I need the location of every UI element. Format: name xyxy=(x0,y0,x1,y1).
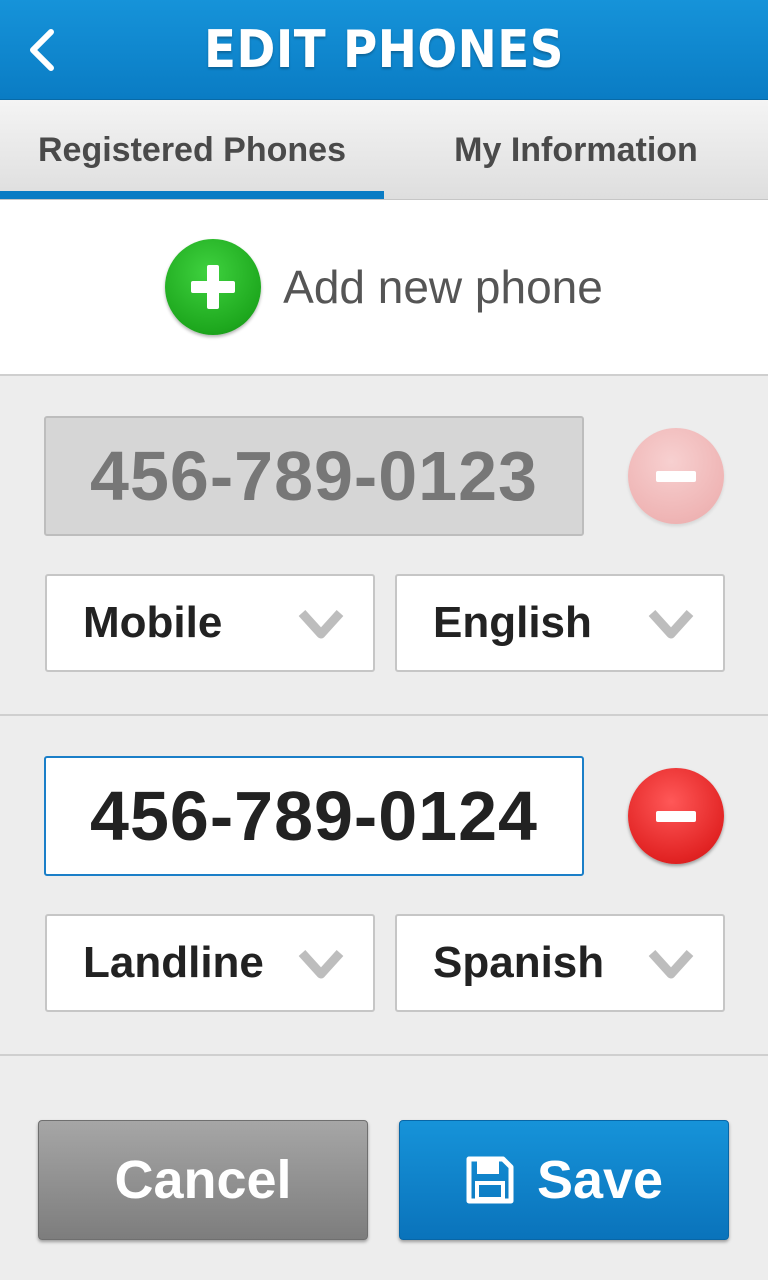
phone-language-select[interactable]: Spanish xyxy=(395,914,725,1012)
save-label: Save xyxy=(536,1150,664,1210)
phone-type-select[interactable]: Landline xyxy=(45,914,375,1012)
add-new-phone-label: Add new phone xyxy=(283,261,603,313)
floppy-disk-icon xyxy=(466,1156,514,1204)
phone-language-select[interactable]: English xyxy=(395,574,725,672)
phone-type-select[interactable]: Mobile xyxy=(45,574,375,672)
chevron-down-icon xyxy=(298,609,344,639)
add-new-phone-button[interactable]: Add new phone xyxy=(0,200,768,376)
phone-number-value: 456-789-0123 xyxy=(90,437,538,515)
chevron-down-icon xyxy=(648,609,694,639)
phone-type-value: Mobile xyxy=(83,598,223,647)
tab-selected-indicator xyxy=(0,191,384,199)
save-button[interactable]: Save xyxy=(399,1120,729,1240)
tab-my-information[interactable]: My Information xyxy=(384,100,768,200)
phone-number-field[interactable]: 456-789-0123 xyxy=(44,416,584,536)
chevron-down-icon xyxy=(298,949,344,979)
tab-label: My Information xyxy=(454,130,698,169)
remove-phone-button[interactable] xyxy=(628,768,724,864)
top-app-bar: EDIT PHONES xyxy=(0,0,768,100)
plus-circle-icon xyxy=(165,239,262,335)
phone-number-value: 456-789-0124 xyxy=(90,777,538,855)
phone-entry: 456-789-0123 Mobile English xyxy=(0,376,768,716)
cancel-label: Cancel xyxy=(114,1150,292,1210)
remove-phone-button[interactable] xyxy=(628,428,724,524)
page-title: EDIT PHONES xyxy=(204,20,564,80)
tab-label: Registered Phones xyxy=(38,130,346,169)
tab-registered-phones[interactable]: Registered Phones xyxy=(0,100,384,200)
phone-entry: 456-789-0124 Landline Spanish xyxy=(0,716,768,1056)
phone-language-value: English xyxy=(433,598,592,647)
tab-bar: Registered Phones My Information xyxy=(0,100,768,200)
cancel-button[interactable]: Cancel xyxy=(38,1120,368,1240)
phone-type-value: Landline xyxy=(83,938,264,987)
phone-number-field[interactable]: 456-789-0124 xyxy=(44,756,584,876)
chevron-down-icon xyxy=(648,949,694,979)
phone-language-value: Spanish xyxy=(433,938,605,987)
